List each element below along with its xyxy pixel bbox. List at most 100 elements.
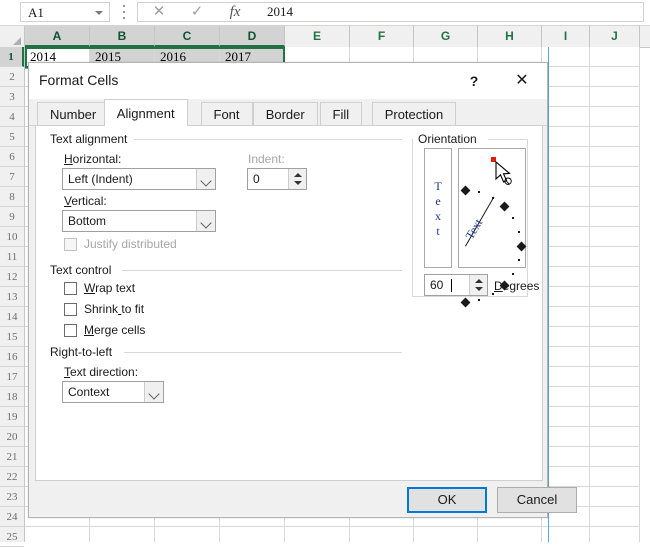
row-header-19[interactable]: 19 [0,407,24,427]
grid-cell[interactable] [542,267,590,287]
grid-cell[interactable] [590,387,640,407]
row-header-22[interactable]: 22 [0,467,24,487]
grid-cell[interactable] [590,167,640,187]
grid-cell[interactable] [590,207,640,227]
column-header-d[interactable]: D [220,26,285,47]
row-header-3[interactable]: 3 [0,87,24,107]
row-header-6[interactable]: 6 [0,147,24,167]
protractor-minor-marker[interactable] [512,217,515,219]
grid-cell[interactable] [542,407,590,427]
grid-cell[interactable] [542,347,590,367]
column-header-i[interactable]: I [542,26,590,47]
grid-cell[interactable] [542,227,590,247]
protractor-minor-marker[interactable] [478,190,481,193]
row-header-9[interactable]: 9 [0,207,24,227]
name-box[interactable]: A1 [20,2,110,22]
formula-input[interactable]: 2014 [259,2,644,22]
protractor-major-marker[interactable] [460,185,470,195]
vertical-text-preview[interactable]: Text [424,148,452,268]
row-header-25[interactable]: 25 [0,527,24,547]
grid-cell[interactable] [542,527,590,542]
select-all-corner[interactable] [0,26,25,47]
grid-cell[interactable] [542,247,590,267]
row-header-5[interactable]: 5 [0,127,24,147]
grid-cell[interactable] [590,407,640,427]
indent-spinner-buttons[interactable] [288,169,306,189]
grid-cell[interactable] [414,527,478,542]
grid-cell[interactable] [542,127,590,147]
protractor-major-marker[interactable] [516,241,526,251]
column-header-h[interactable]: H [478,26,542,47]
grid-cell[interactable] [590,87,640,107]
protractor-minor-marker[interactable] [518,230,521,233]
grid-cell[interactable] [590,47,640,67]
text-direction-select[interactable]: Context [62,381,164,403]
tab-font[interactable]: Font [200,102,253,126]
ok-button[interactable]: OK [407,487,487,513]
grid-cell[interactable] [590,187,640,207]
grid-cell[interactable] [90,527,155,542]
grid-cell[interactable] [542,47,590,67]
name-box-dropdown-icon[interactable] [95,11,103,15]
grid-cell[interactable] [590,467,640,487]
close-icon[interactable]: ✕ [509,69,535,93]
grid-cell[interactable] [542,327,590,347]
grid-cell[interactable] [590,67,640,87]
protractor-major-marker[interactable] [460,297,470,307]
row-header-13[interactable]: 13 [0,287,24,307]
protractor-major-marker[interactable] [499,201,510,212]
row-header-16[interactable]: 16 [0,347,24,367]
cancel-button[interactable]: Cancel [497,487,577,513]
grid-cell[interactable] [542,307,590,327]
indent-stepper[interactable]: 0 [247,168,307,190]
grid-cell[interactable] [542,87,590,107]
grid-cell[interactable] [590,327,640,347]
chevron-down-icon[interactable] [144,382,163,402]
grid-cell[interactable] [542,287,590,307]
grid-cell[interactable] [590,347,640,367]
cancel-formula-icon[interactable]: ✕ [140,3,178,21]
grid-cell[interactable] [155,527,220,542]
grid-cell[interactable] [285,527,350,542]
grid-cell[interactable] [542,187,590,207]
grid-cell[interactable] [590,107,640,127]
protractor-minor-marker[interactable] [492,293,494,296]
row-header-15[interactable]: 15 [0,327,24,347]
grid-cell[interactable] [478,527,542,542]
grid-cell[interactable] [590,447,640,467]
protractor-minor-marker[interactable] [478,299,481,302]
grid-cell[interactable] [590,227,640,247]
row-header-12[interactable]: 12 [0,267,24,287]
degrees-spinner-buttons[interactable] [469,275,487,295]
column-header-j[interactable]: J [590,26,640,47]
row-header-7[interactable]: 7 [0,167,24,187]
chevron-down-icon[interactable] [196,169,215,189]
grid-cell[interactable] [590,507,640,527]
row-header-10[interactable]: 10 [0,227,24,247]
grid-cell[interactable] [542,447,590,467]
merge-cells-checkbox[interactable] [64,324,77,337]
grid-cell[interactable] [590,487,640,507]
tab-border[interactable]: Border [252,102,318,126]
row-header-20[interactable]: 20 [0,427,24,447]
row-header-1[interactable]: 1 [0,47,24,67]
grid-cell[interactable] [542,147,590,167]
grid-cell[interactable] [590,427,640,447]
wrap-text-checkbox[interactable] [64,282,77,295]
tab-number[interactable]: Number [37,102,110,126]
row-header-23[interactable]: 23 [0,487,24,507]
grid-cell[interactable] [25,527,90,542]
chevron-down-icon[interactable] [196,211,215,231]
row-header-14[interactable]: 14 [0,307,24,327]
grid-cell[interactable] [542,467,590,487]
row-header-21[interactable]: 21 [0,447,24,467]
orientation-protractor[interactable]: Text [458,148,526,307]
protractor-minor-marker[interactable] [518,259,521,262]
grid-cell[interactable] [542,207,590,227]
insert-function-icon[interactable]: fx [216,3,254,21]
grid-cell[interactable] [542,387,590,407]
grid-cell[interactable] [590,127,640,147]
horizontal-alignment-select[interactable]: Left (Indent) [62,168,216,190]
grid-cell[interactable] [542,427,590,447]
tab-protection[interactable]: Protection [371,102,457,126]
